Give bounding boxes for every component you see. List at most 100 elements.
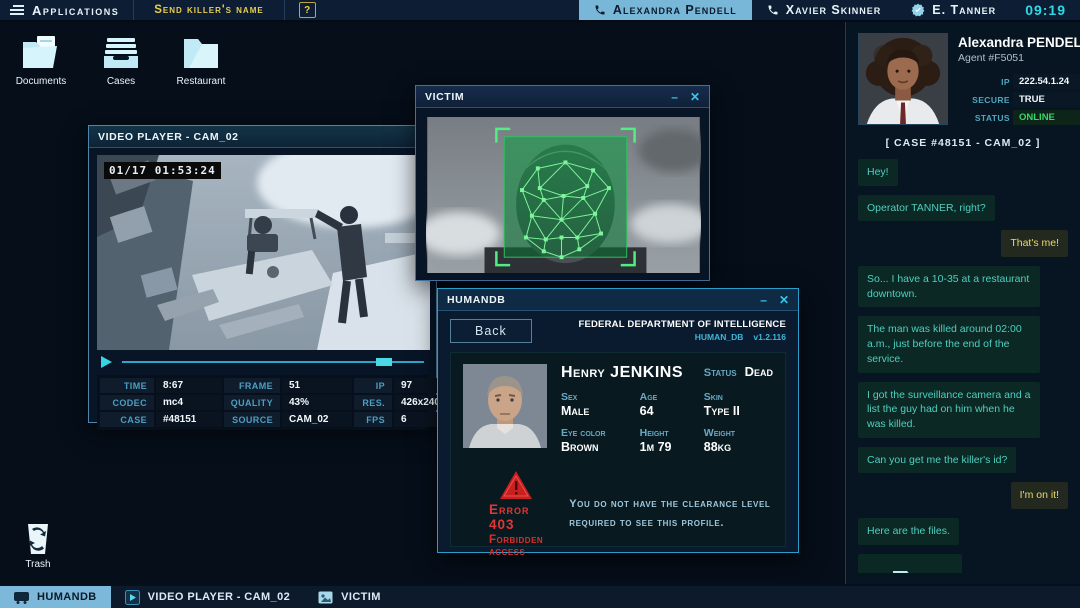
applications-label: Applications: [32, 2, 120, 18]
window-video-player: VIDEO PLAYER - CAM_02 01/17 01:53:24 TIM…: [88, 125, 443, 430]
stat-label: SOURCE: [224, 412, 280, 427]
chat-thread: Hey! Operator TANNER, right? That's me! …: [858, 159, 1068, 573]
stat-value: 51: [282, 378, 352, 393]
victim-titlebar[interactable]: VICTIM – ✕: [416, 86, 709, 108]
help-button[interactable]: ?: [298, 2, 316, 18]
window-title: VIDEO PLAYER - CAM_02: [98, 130, 239, 143]
top-menu-bar: Applications Send killer's name ? Alexan…: [0, 0, 1080, 22]
taskbar-item-victim[interactable]: VICTIM: [304, 586, 395, 608]
humandb-titlebar[interactable]: HUMANDB – ✕: [438, 289, 798, 311]
documents-folder-icon: [23, 36, 57, 68]
contact-tab-xavier-skinner[interactable]: Xavier Skinner: [752, 0, 897, 20]
chat-message: Hey!: [858, 159, 898, 186]
desktop-icon-trash[interactable]: Trash: [16, 522, 60, 570]
video-progress-handle[interactable]: [375, 358, 392, 366]
play-icon[interactable]: [101, 356, 112, 368]
chat-sidebar: Alexandra PENDELL Agent #F5051 IP 222.54…: [845, 22, 1080, 584]
desktop-icon-cases[interactable]: Cases: [92, 34, 150, 87]
stat-value: 8:67: [156, 378, 222, 393]
icon-label: Documents: [15, 76, 67, 87]
icon-label: Cases: [106, 76, 136, 87]
chat-message: I got the surveillance camera and a list…: [858, 381, 1040, 438]
icon-label: Restaurant: [176, 76, 226, 87]
stat-label: TIME: [100, 378, 154, 393]
applications-menu[interactable]: Applications: [10, 3, 119, 18]
profile-field-age: Age 64: [639, 391, 658, 418]
agent-id: Agent #F5051: [958, 52, 1024, 64]
window-humandb: HUMANDB – ✕ Back FEDERAL DEPARTMENT OF I…: [437, 288, 799, 558]
icon-label: Trash: [25, 559, 51, 570]
agent-last-name: PENDELL: [1027, 35, 1080, 50]
play-icon: [124, 589, 140, 605]
video-metadata-grid: TIME 8:67 FRAME 51 IP 97 CODEC mc4 QUALI…: [97, 375, 443, 430]
stat-label: CODEC: [100, 395, 154, 410]
agency-name: FEDERAL DEPARTMENT OF INTELLIGENCE: [578, 319, 786, 330]
agent-field-secure: SECURE TRUE: [958, 92, 1080, 107]
face-recognition-overlay: [426, 117, 701, 273]
profile-first-name: Henry: [561, 364, 606, 381]
stat-value: mc4: [156, 395, 222, 410]
stat-value: #48151: [156, 412, 222, 427]
window-title: VICTIM: [425, 90, 465, 103]
stat-value: 6: [394, 412, 443, 427]
phone-icon: [768, 5, 778, 15]
case-header: [ CASE #48151 - CAM_02 ]: [885, 137, 1041, 149]
hamburger-icon: [10, 5, 24, 15]
folder-icon: [893, 570, 909, 573]
agent-first-name: Alexandra: [958, 35, 1024, 50]
taskbar-label: VICTIM: [341, 591, 381, 603]
humandb-icon: [14, 591, 29, 604]
divider: [133, 0, 135, 20]
status-label: Status: [703, 367, 737, 379]
agent-field-status: STATUS ONLINE: [958, 110, 1080, 125]
app-id: HUMAN_DB: [694, 332, 744, 342]
close-icon[interactable]: ✕: [779, 294, 789, 306]
agent-portrait-photo: [858, 33, 948, 125]
send-killer-name-button[interactable]: Send killer's name: [138, 0, 279, 20]
verified-badge-icon: [911, 3, 925, 17]
profile-field-eye-color: Eye color Brown: [561, 427, 606, 454]
image-icon: [318, 591, 333, 603]
contact-name: E. Tanner: [932, 3, 997, 17]
clock: 09:19: [1025, 2, 1066, 18]
window-title: HUMANDB: [447, 293, 506, 306]
app-version: v1.2.116: [753, 332, 786, 342]
stat-value: 97: [394, 378, 443, 393]
profile-field-height: Height 1m 79: [639, 427, 672, 454]
chat-attachment-restaurant-folder[interactable]: Restaurant: [858, 553, 962, 573]
close-icon[interactable]: ✕: [690, 91, 700, 103]
window-victim: VICTIM – ✕: [415, 85, 710, 281]
chat-message: Operator TANNER, right?: [858, 194, 995, 222]
video-player-titlebar[interactable]: VIDEO PLAYER - CAM_02: [89, 126, 436, 148]
back-button[interactable]: Back: [450, 319, 532, 343]
stat-label: FPS: [354, 412, 392, 427]
contact-tab-alexandra-pendell[interactable]: Alexandra Pendell: [578, 0, 752, 20]
minimize-icon[interactable]: –: [760, 294, 767, 306]
stat-label: RES.: [354, 395, 392, 410]
agent-card: Alexandra PENDELL Agent #F5051 IP 222.54…: [858, 33, 1080, 125]
taskbar-item-humandb[interactable]: HUMANDB: [0, 586, 111, 608]
profile-panel: Henry JENKINS Status Dead Sex Male Age 6…: [450, 352, 786, 558]
video-progress-bar[interactable]: [122, 358, 424, 366]
chat-message: Here are the files.: [858, 517, 959, 545]
stat-value: CAM_02: [282, 412, 352, 427]
profile-field-sex: Sex Male: [561, 391, 590, 418]
taskbar-label: VIDEO PLAYER - CAM_02: [147, 591, 291, 603]
desktop-icon-restaurant[interactable]: Restaurant: [172, 34, 230, 87]
profile-field-weight: Weight 88kg: [703, 427, 736, 454]
cctv-timestamp-overlay: 01/17 01:53:24: [104, 162, 221, 179]
stat-label: CASE: [100, 412, 154, 427]
minimize-icon[interactable]: –: [671, 91, 678, 103]
contact-name: Alexandra Pendell: [612, 3, 737, 17]
agent-field-ip: IP 222.54.1.24: [958, 74, 1080, 89]
desktop-icon-grid: Documents Cases Restaurant: [12, 34, 230, 87]
stat-value: 43%: [282, 395, 352, 410]
desktop-icon-documents[interactable]: Documents: [12, 34, 70, 87]
stat-label: IP: [354, 378, 392, 393]
taskbar-item-video-player[interactable]: VIDEO PLAYER - CAM_02: [111, 586, 304, 608]
profile-last-name: JENKINS: [610, 364, 684, 381]
chat-message: I'm on it!: [1010, 482, 1068, 509]
victim-portrait-photo: [463, 364, 547, 448]
contact-tab-e-tanner[interactable]: E. Tanner: [896, 0, 1011, 20]
chat-message: That's me!: [1001, 230, 1068, 258]
